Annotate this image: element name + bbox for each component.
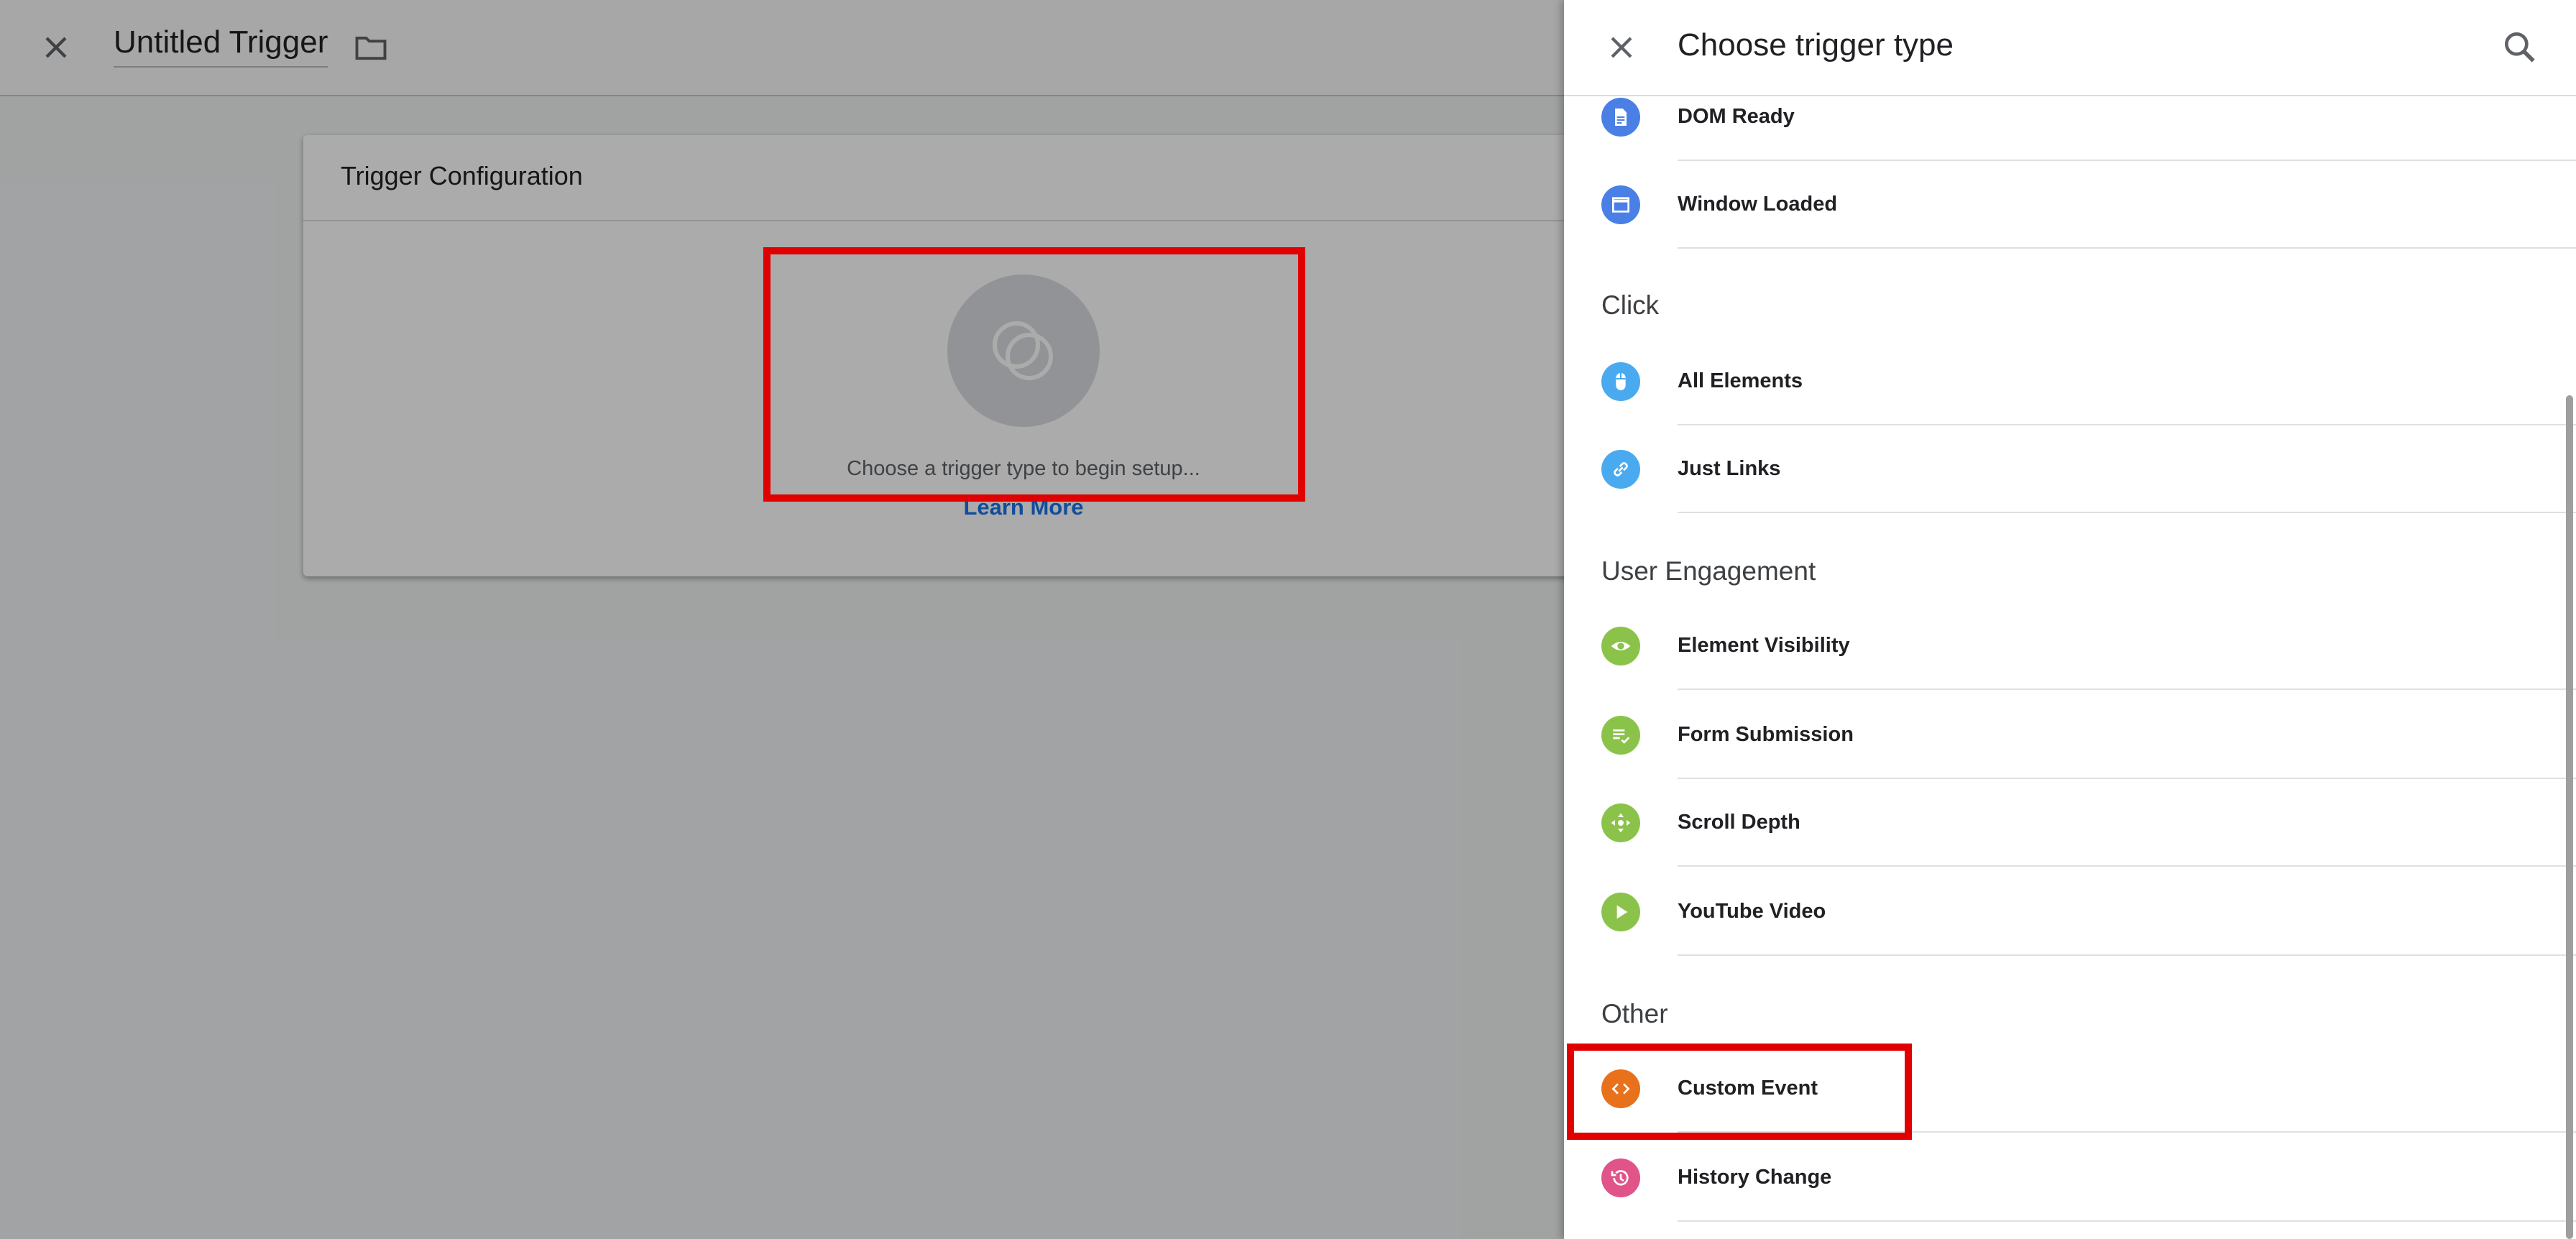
eye-icon	[1601, 627, 1640, 665]
panel-scrollbar[interactable]	[2566, 395, 2573, 1239]
item-divider	[1678, 1220, 2576, 1222]
item-divider	[1678, 865, 2576, 867]
item-divider	[1678, 954, 2576, 956]
window-icon	[1601, 185, 1640, 224]
document-icon	[1601, 98, 1640, 137]
item-divider	[1678, 688, 2576, 690]
history-icon	[1601, 1159, 1640, 1197]
panel-title: Choose trigger type	[1678, 27, 1954, 63]
trigger-item-history-change[interactable]: History Change	[1564, 1134, 2576, 1222]
trigger-item-custom-event[interactable]: Custom Event	[1564, 1045, 2576, 1133]
form-check-icon	[1601, 716, 1640, 755]
play-icon	[1601, 893, 1640, 931]
trigger-item-label: YouTube Video	[1678, 900, 1826, 923]
trigger-item-youtube-video[interactable]: YouTube Video	[1564, 868, 2576, 956]
code-icon	[1601, 1069, 1640, 1108]
trigger-item-just-links[interactable]: Just Links	[1564, 425, 2576, 513]
link-icon	[1601, 450, 1640, 489]
trigger-item-element-visibility[interactable]: Element Visibility	[1564, 602, 2576, 690]
section-title-user-engagement: User Engagement	[1601, 556, 1816, 586]
move-arrows-icon	[1601, 803, 1640, 842]
trigger-item-label: Element Visibility	[1678, 634, 1850, 657]
choose-trigger-type-panel: Choose trigger type DOM Ready Window Loa…	[1564, 0, 2576, 1239]
trigger-item-window-loaded[interactable]: Window Loaded	[1564, 161, 2576, 249]
mouse-icon	[1601, 362, 1640, 401]
trigger-item-label: Window Loaded	[1678, 193, 1838, 216]
search-icon[interactable]	[2500, 27, 2540, 68]
section-title-click: Click	[1601, 290, 1660, 320]
trigger-item-dom-ready[interactable]: DOM Ready	[1564, 73, 2576, 161]
trigger-item-label: DOM Ready	[1678, 105, 1795, 128]
panel-close-icon[interactable]	[1603, 29, 1640, 66]
trigger-item-label: History Change	[1678, 1166, 1832, 1189]
trigger-item-label: Form Submission	[1678, 723, 1854, 746]
trigger-item-label: Custom Event	[1678, 1077, 1818, 1100]
trigger-item-scroll-depth[interactable]: Scroll Depth	[1564, 779, 2576, 867]
trigger-item-all-elements[interactable]: All Elements	[1564, 338, 2576, 425]
trigger-item-form-submission[interactable]: Form Submission	[1564, 691, 2576, 779]
item-divider	[1678, 512, 2576, 513]
item-divider	[1678, 247, 2576, 249]
section-title-other: Other	[1601, 999, 1668, 1028]
trigger-item-label: Just Links	[1678, 457, 1781, 480]
item-divider	[1678, 1131, 2576, 1133]
trigger-item-label: All Elements	[1678, 369, 1803, 392]
trigger-item-label: Scroll Depth	[1678, 811, 1800, 834]
